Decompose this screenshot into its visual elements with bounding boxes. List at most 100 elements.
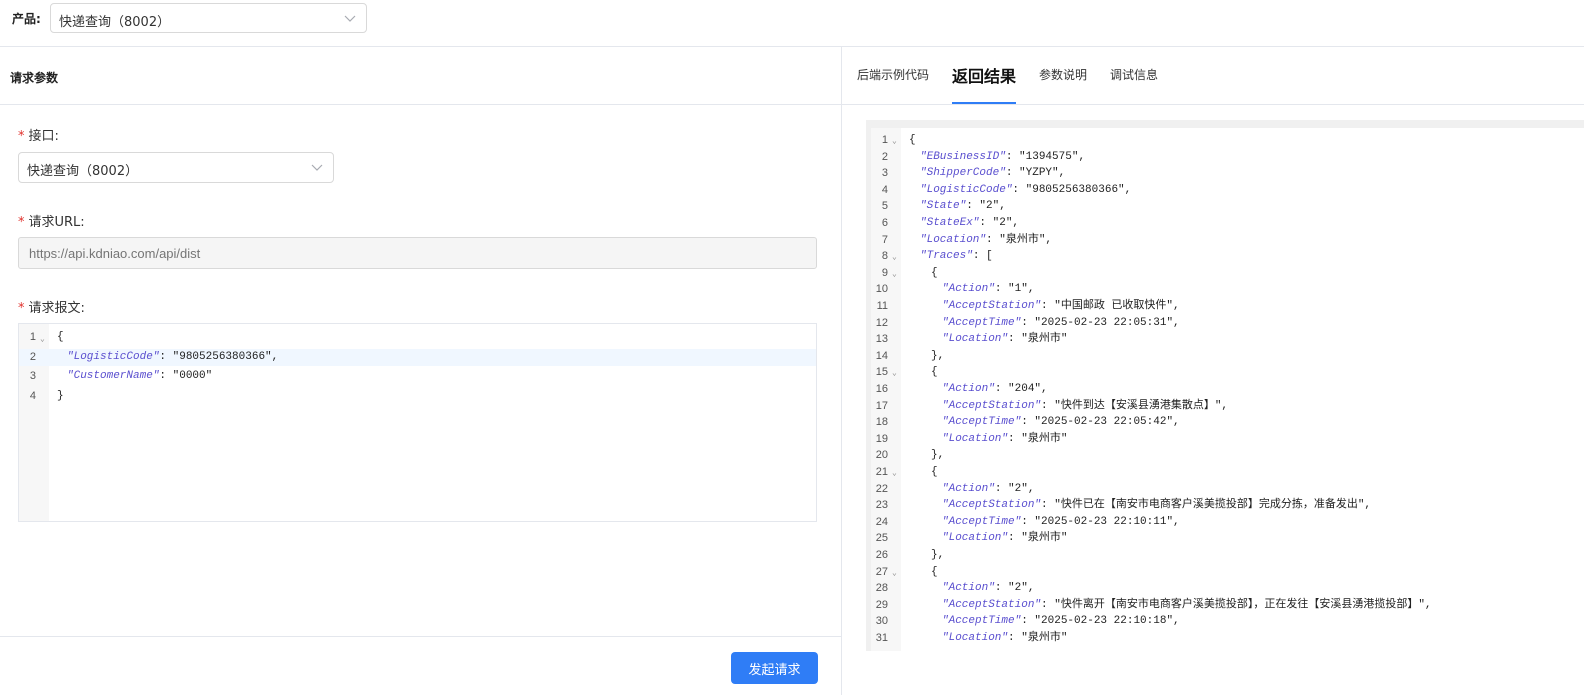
code-line: 16 "Action": "204",: [871, 381, 1584, 398]
code-line: 7 "Location": "泉州市",: [871, 232, 1584, 249]
json-value: "快件已在【南安市电商客户溪美揽投部】完成分拣，准备发出",: [1054, 499, 1372, 512]
json-value: "2",: [1008, 582, 1035, 595]
line-number: 15: [875, 366, 888, 379]
json-key: "Location": [942, 333, 1009, 346]
code-text: {: [57, 329, 64, 346]
json-value: {: [931, 466, 938, 478]
json-value: "中国邮政 已收取快件",: [1054, 300, 1180, 312]
json-separator: :: [994, 582, 1009, 595]
line-number: 26: [875, 549, 888, 561]
line-number: 11: [876, 300, 888, 312]
code-line: 10 "Action": "1",: [871, 281, 1584, 298]
json-separator: :: [994, 283, 1009, 296]
code-text: {: [931, 464, 938, 481]
code-text: "ShipperCode": "YZPY",: [920, 165, 1065, 182]
json-value: "泉州市": [1021, 333, 1068, 346]
tab-return-result[interactable]: 返回结果: [952, 63, 1016, 87]
code-line: 26},: [871, 547, 1584, 564]
line-number: 14: [875, 349, 888, 362]
json-key: "AcceptStation": [942, 499, 1042, 512]
required-star: *: [18, 215, 25, 230]
json-separator: :: [1021, 316, 1035, 329]
request-footer: 发起请求: [0, 636, 841, 695]
code-line: 6 "StateEx": "2",: [871, 215, 1584, 232]
line-number: 19: [875, 432, 888, 445]
json-value: {: [931, 266, 938, 279]
code-text: "AcceptStation": "快件到达【安溪县湧港集散点】",: [942, 398, 1228, 415]
code-text: "CustomerName": "0000": [67, 368, 212, 385]
json-key: "AcceptTime": [942, 316, 1022, 329]
json-separator: :: [159, 350, 173, 363]
line-number: 13: [875, 333, 888, 346]
line-number: 25: [875, 532, 888, 545]
code-line: 20},: [871, 447, 1584, 464]
line-number: 10: [875, 283, 888, 296]
json-separator: :: [994, 383, 1009, 395]
required-star: *: [18, 129, 25, 144]
json-value: "2025-02-23 22:05:42",: [1034, 416, 1180, 429]
json-value: "9805256380366",: [1025, 183, 1132, 196]
json-separator: :: [1021, 615, 1035, 628]
request-url-input[interactable]: [18, 237, 817, 269]
json-key: "Location": [942, 532, 1009, 545]
code-line: 18 "AcceptTime": "2025-02-23 22:05:42",: [871, 414, 1584, 431]
json-value: "快件离开【南安市电商客户溪美揽投部】，正在发往【安溪县湧港揽投部】",: [1054, 598, 1432, 611]
json-separator: :: [979, 217, 993, 229]
code-text: "LogisticCode": "9805256380366",: [67, 349, 278, 366]
code-text: {: [931, 564, 938, 581]
code-line: 22 "Action": "2",: [871, 481, 1584, 498]
product-bar: 产品: 快递查询（8002）: [0, 0, 1584, 47]
json-key: "State": [920, 200, 967, 213]
code-line: 23 "AcceptStation": "快件已在【南安市电商客户溪美揽投部】完成…: [871, 497, 1584, 514]
code-text: "Action": "2",: [942, 580, 1034, 597]
line-number: 20: [875, 449, 888, 462]
request-body-editor[interactable]: 1 ⌄ {2 "LogisticCode": "9805256380366", 3 "Cu…: [18, 323, 817, 522]
line-number: 8: [881, 250, 888, 263]
send-request-button[interactable]: 发起请求: [731, 652, 818, 684]
json-separator: :: [994, 482, 1009, 495]
json-value: }: [57, 389, 64, 402]
code-text: "AcceptStation": "快件已在【南安市电商客户溪美揽投部】完成分拣…: [942, 497, 1371, 514]
code-text: "Action": "1",: [942, 281, 1034, 298]
line-number: 3: [881, 167, 888, 180]
code-line: 13 "Location": "泉州市": [871, 331, 1584, 348]
fold-toggle-icon[interactable]: ⌄: [40, 331, 45, 348]
json-separator: :: [1008, 632, 1022, 644]
code-text: "Location": "泉州市",: [920, 232, 1052, 249]
code-line: 9 ⌄{: [871, 265, 1584, 282]
required-star: *: [18, 301, 25, 316]
interface-select[interactable]: 快递查询（8002）: [18, 152, 334, 183]
line-number: 16: [875, 383, 888, 395]
line-number: 23: [875, 499, 888, 512]
code-text: "Location": "泉州市": [942, 530, 1067, 547]
code-text: "State": "2",: [920, 198, 1006, 215]
json-value: "YZPY",: [1019, 167, 1066, 180]
tab-debug-info[interactable]: 调试信息: [1110, 66, 1158, 83]
response-editor[interactable]: 1 ⌄{2 "EBusinessID": "1394575", 3 "ShipperCo…: [871, 128, 1584, 651]
json-key: "AcceptTime": [942, 416, 1022, 429]
json-value: {: [931, 366, 938, 379]
line-number: 12: [875, 316, 888, 329]
tab-param-description[interactable]: 参数说明: [1039, 66, 1087, 83]
line-number: 1: [29, 331, 36, 343]
line-number: 27: [875, 565, 888, 578]
json-key: "Location": [942, 632, 1009, 644]
code-line: 2 "LogisticCode": "9805256380366",: [19, 348, 816, 366]
code-text: }: [57, 388, 64, 405]
code-line: 25 "Location": "泉州市": [871, 530, 1584, 547]
code-line: 3 "CustomerName": "0000": [19, 368, 816, 385]
json-value: },: [931, 449, 945, 462]
json-key: "ShipperCode": [920, 167, 1006, 180]
json-separator: :: [1041, 598, 1055, 611]
tab-backend-sample-code[interactable]: 后端示例代码: [857, 66, 929, 83]
chevron-down-icon: [311, 164, 323, 171]
product-select[interactable]: 快递查询（8002）: [50, 3, 367, 33]
json-key: "Action": [942, 582, 995, 595]
line-number: 28: [875, 582, 888, 595]
json-value: "2025-02-23 22:10:18",: [1034, 615, 1180, 628]
json-value: },: [931, 549, 945, 561]
line-number: 21: [875, 466, 888, 478]
line-number: 29: [875, 598, 888, 611]
json-value: },: [931, 349, 945, 362]
json-key: "Location": [920, 233, 987, 246]
